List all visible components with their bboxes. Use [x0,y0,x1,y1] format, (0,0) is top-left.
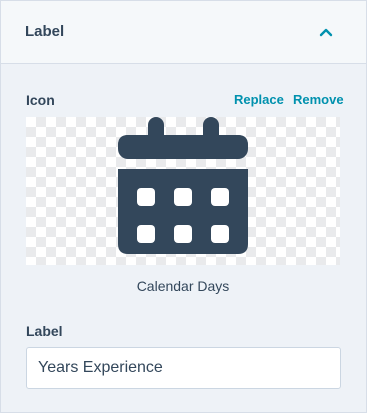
label-input[interactable] [26,347,341,389]
icon-preview [26,117,340,265]
icon-name: Calendar Days [136,278,230,294]
calendar-days-icon [118,117,248,254]
remove-link[interactable]: Remove [293,92,344,107]
chevron-up-icon[interactable] [319,25,333,39]
section-header[interactable]: Label [1,1,366,64]
label-settings-panel: Label Icon Replace Remove Calendar Days … [0,0,367,413]
label-field-label: Label [26,323,63,339]
replace-link[interactable]: Replace [234,92,284,107]
section-title: Label [25,23,65,40]
icon-field-label: Icon [26,92,55,108]
